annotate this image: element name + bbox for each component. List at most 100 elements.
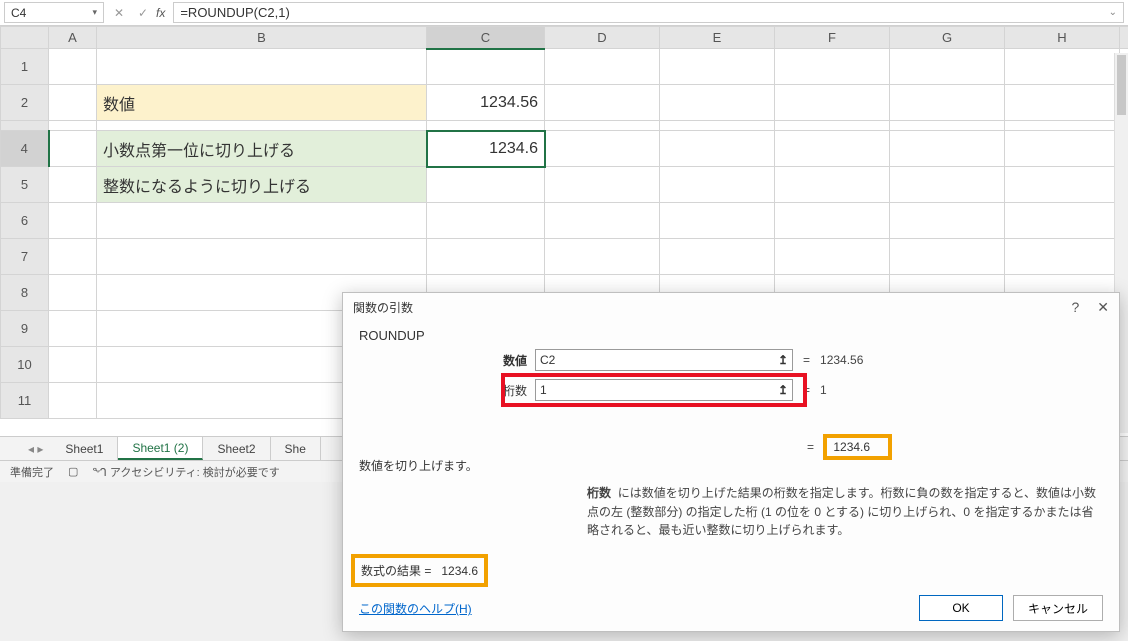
- cell-B4[interactable]: 小数点第一位に切り上げる: [97, 131, 427, 167]
- cell-D2[interactable]: [545, 85, 660, 121]
- cell-H5[interactable]: [1005, 167, 1120, 203]
- formula-result: 数式の結果 = 1234.6: [355, 558, 484, 583]
- formula-result-label: 数式の結果 =: [361, 564, 431, 578]
- row-header-10[interactable]: 10: [1, 347, 49, 383]
- cell-G1[interactable]: [890, 49, 1005, 85]
- arg1-label: 数値: [359, 352, 535, 369]
- cell-A5[interactable]: [49, 167, 97, 203]
- cell-G5[interactable]: [890, 167, 1005, 203]
- cell-C4[interactable]: 1234.6: [427, 131, 545, 167]
- col-header-C[interactable]: C: [427, 27, 545, 49]
- function-arguments-dialog[interactable]: 関数の引数 ? ✕ ROUNDUP 数値 C2 ↥ = 1234.56 桁数 1…: [342, 292, 1120, 632]
- row-header-11[interactable]: 11: [1, 383, 49, 419]
- cell-E2[interactable]: [660, 85, 775, 121]
- tab-nav[interactable]: ◂ ▸: [20, 437, 51, 460]
- row-header-7[interactable]: 7: [1, 239, 49, 275]
- formula-controls: ✕ ✓ fx: [104, 2, 173, 23]
- close-icon[interactable]: ✕: [1097, 299, 1109, 316]
- function-name: ROUNDUP: [359, 328, 1103, 343]
- person-icon: ᙰ: [92, 467, 109, 479]
- equals-sign: =: [793, 383, 820, 397]
- cell-F4[interactable]: [775, 131, 890, 167]
- cell-E4[interactable]: [660, 131, 775, 167]
- cancel-button[interactable]: キャンセル: [1013, 595, 1103, 621]
- cell-E1[interactable]: [660, 49, 775, 85]
- cell-H1[interactable]: [1005, 49, 1120, 85]
- cell-D5[interactable]: [545, 167, 660, 203]
- status-ready: 準備完了: [10, 464, 54, 480]
- cell-G4[interactable]: [890, 131, 1005, 167]
- sheet-tab-1[interactable]: Sheet1 (2): [118, 437, 203, 460]
- row-header-1[interactable]: 1: [1, 49, 49, 85]
- cell-H4[interactable]: [1005, 131, 1120, 167]
- col-header-F[interactable]: F: [775, 27, 890, 49]
- col-header-H[interactable]: H: [1005, 27, 1120, 49]
- col-header-A[interactable]: A: [49, 27, 97, 49]
- scrollbar-thumb[interactable]: [1117, 55, 1126, 115]
- macro-record-icon[interactable]: ▢: [68, 465, 78, 478]
- formula-result-value: 1234.6: [441, 564, 478, 578]
- cell-D1[interactable]: [545, 49, 660, 85]
- col-header-D[interactable]: D: [545, 27, 660, 49]
- result-preview: 1234.6: [827, 438, 888, 456]
- arg2-input[interactable]: 1 ↥: [535, 379, 793, 401]
- function-description: 数値を切り上げます。: [359, 457, 1103, 474]
- sheet-tab-0[interactable]: Sheet1: [51, 437, 118, 460]
- accessibility-status[interactable]: ᙰ アクセシビリティ: 検討が必要です: [92, 464, 279, 480]
- fx-icon[interactable]: fx: [156, 6, 169, 20]
- cell-F5[interactable]: [775, 167, 890, 203]
- expand-formula-icon[interactable]: ⌄: [1109, 7, 1117, 18]
- sheet-tab-2[interactable]: Sheet2: [203, 437, 270, 460]
- cell-H2[interactable]: [1005, 85, 1120, 121]
- arg2-value: 1: [540, 383, 547, 397]
- cell-F2[interactable]: [775, 85, 890, 121]
- formula-text: =ROUNDUP(C2,1): [180, 5, 289, 20]
- name-box-value: C4: [11, 6, 26, 20]
- help-arg-text: には数値を切り上げた結果の桁数を指定します。桁数に負の数を指定すると、数値は小数…: [587, 486, 1096, 537]
- col-header-G[interactable]: G: [890, 27, 1005, 49]
- row-header-2[interactable]: 2: [1, 85, 49, 121]
- sheet-tab-3[interactable]: She: [271, 437, 321, 460]
- cell-C5[interactable]: [427, 167, 545, 203]
- col-header-B[interactable]: B: [97, 27, 427, 49]
- argument-help: 桁数 には数値を切り上げた結果の桁数を指定します。桁数に負の数を指定すると、数値…: [359, 484, 1103, 540]
- chevron-down-icon: ▾: [92, 7, 97, 18]
- row-header-3[interactable]: [1, 121, 49, 131]
- dialog-title: 関数の引数: [353, 299, 413, 316]
- accept-formula-icon[interactable]: ✓: [132, 3, 154, 23]
- cell-F1[interactable]: [775, 49, 890, 85]
- row-header-5[interactable]: 5: [1, 167, 49, 203]
- arg1-eval: 1234.56: [820, 353, 863, 367]
- cancel-formula-icon[interactable]: ✕: [108, 3, 130, 23]
- arg2-eval: 1: [820, 383, 827, 397]
- help-icon[interactable]: ?: [1071, 299, 1079, 316]
- help-arg-name: 桁数: [587, 486, 611, 500]
- row-header-4[interactable]: 4: [1, 131, 49, 167]
- cell-B2[interactable]: 数値: [97, 85, 427, 121]
- cell-E5[interactable]: [660, 167, 775, 203]
- cell-C1[interactable]: [427, 49, 545, 85]
- col-header-pad: [1120, 27, 1128, 49]
- cell-G2[interactable]: [890, 85, 1005, 121]
- cell-B1[interactable]: [97, 49, 427, 85]
- row-header-6[interactable]: 6: [1, 203, 49, 239]
- cell-D4[interactable]: [545, 131, 660, 167]
- arg1-input[interactable]: C2 ↥: [535, 349, 793, 371]
- arg1-value: C2: [540, 353, 555, 367]
- cell-C2[interactable]: 1234.56: [427, 85, 545, 121]
- row-header-8[interactable]: 8: [1, 275, 49, 311]
- row-header-9[interactable]: 9: [1, 311, 49, 347]
- cell-A1[interactable]: [49, 49, 97, 85]
- ok-button[interactable]: OK: [919, 595, 1003, 621]
- range-picker-icon[interactable]: ↥: [778, 383, 788, 397]
- cell-A4[interactable]: [49, 131, 97, 167]
- select-all-corner[interactable]: [1, 27, 49, 49]
- col-header-E[interactable]: E: [660, 27, 775, 49]
- cell-A2[interactable]: [49, 85, 97, 121]
- formula-input[interactable]: =ROUNDUP(C2,1) ⌄: [173, 2, 1124, 23]
- arg2-label: 桁数: [359, 382, 535, 399]
- function-help-link[interactable]: この関数のヘルプ(H): [359, 600, 472, 617]
- range-picker-icon[interactable]: ↥: [778, 353, 788, 367]
- name-box[interactable]: C4 ▾: [4, 2, 104, 23]
- cell-B5[interactable]: 整数になるように切り上げる: [97, 167, 427, 203]
